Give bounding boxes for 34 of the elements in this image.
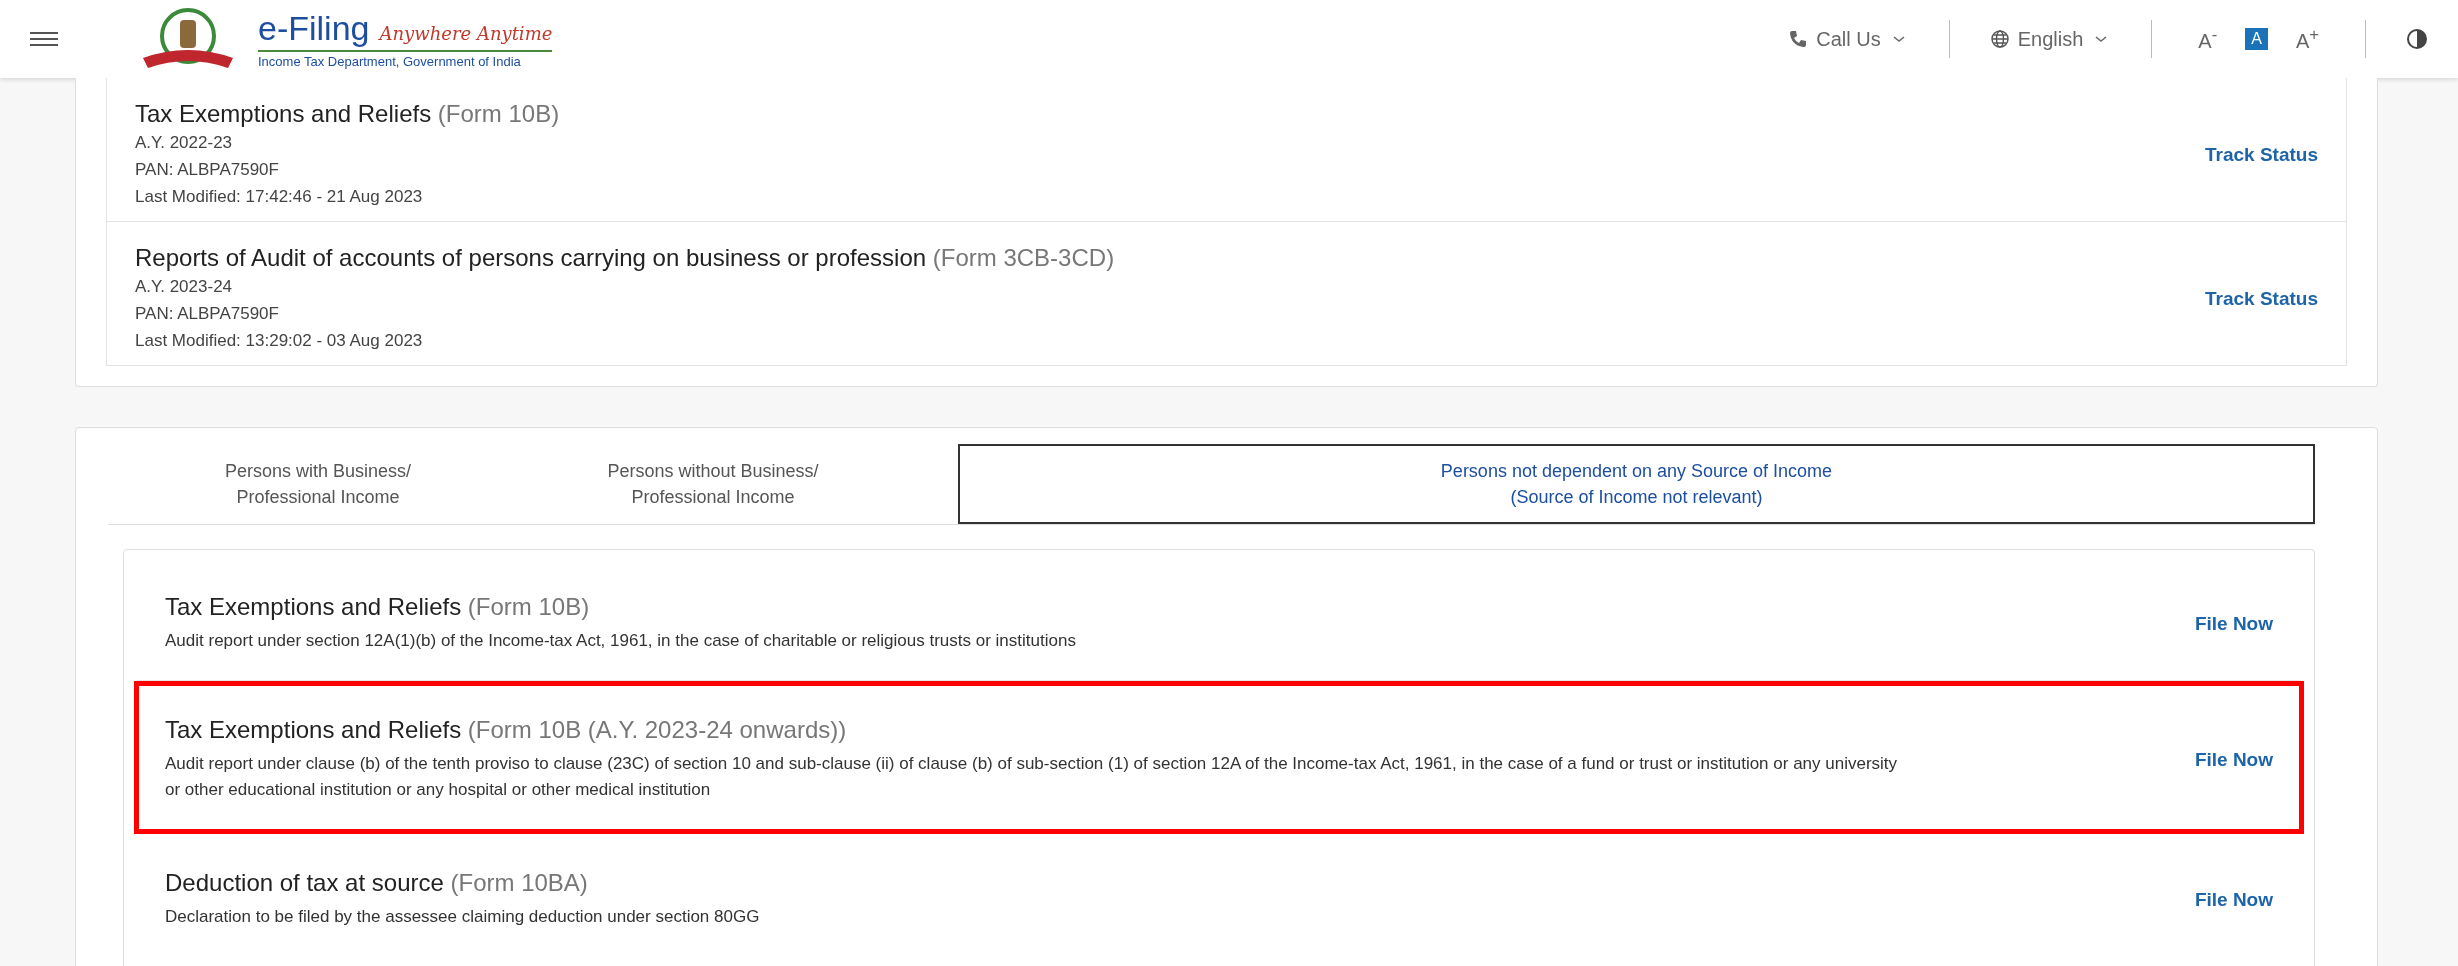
- category-tab[interactable]: Persons not dependent on any Source of Income (Source of Income not relevant): [958, 444, 2315, 524]
- pan-number: PAN: ALBPA7590F: [135, 303, 280, 325]
- assessment-year: A.Y. 2022-23: [135, 132, 234, 154]
- brand-name: e-Filing: [258, 9, 370, 48]
- category-tab[interactable]: Persons without Business/ Professional Income: [528, 444, 898, 524]
- globe-icon: [1989, 29, 2010, 49]
- file-now-link[interactable]: File Now: [2194, 612, 2273, 635]
- form-title: Tax Exemptions and Reliefs (Form 10B): [135, 100, 561, 128]
- file-now-link[interactable]: File Now: [2194, 888, 2273, 911]
- form-title: Reports of Audit of accounts of persons carrying on business or profession (Form 3CB-3CD): [135, 244, 1116, 272]
- track-status-link[interactable]: Track Status: [2205, 143, 2318, 166]
- file-now-link[interactable]: File Now: [2194, 748, 2273, 771]
- form-title: Tax Exemptions and Reliefs (Form 10B): [165, 593, 591, 621]
- call-us-menu[interactable]: Call Us: [1788, 27, 1909, 51]
- pan-number: PAN: ALBPA7590F: [135, 159, 280, 181]
- department-name: Income Tax Department, Government of India: [258, 54, 522, 69]
- font-size-button[interactable]: A: [2245, 28, 2268, 50]
- tagline: Anywhere Anytime: [379, 23, 553, 44]
- form-title: Tax Exemptions and Reliefs (Form 10B (A.Y. 2023-24 onwards)): [165, 716, 848, 744]
- form-description: Audit report under section 12A(1)(b) of the Income-tax Act, 1961, in the case of charitable or religious trusts or institutions: [165, 630, 1077, 652]
- form-title: Deduction of tax at source (Form 10BA): [165, 869, 589, 897]
- form-description: Audit report under clause (b) of the tenth proviso to clause (23C) of section 10 and sub-clause (ii) of clause (b) of sub-section (1) of section 12A of the Income-tax Act, 1961, in the case of a fund or trust or institution or any university or other educational institution or any hospital or other medical institution: [165, 753, 1899, 801]
- font-size-button[interactable]: A$^{+}$: [2289, 23, 2325, 55]
- last-modified: Last Modified: 13:29:02 - 03 Aug 2023: [135, 330, 424, 352]
- language-menu[interactable]: English: [1989, 27, 2112, 51]
- font-size-button[interactable]: A$^{-}$: [2192, 23, 2224, 55]
- contrast-icon[interactable]: [2406, 28, 2428, 50]
- menu-icon[interactable]: [30, 29, 58, 49]
- category-tab[interactable]: Persons with Business/ Professional Income: [148, 444, 488, 524]
- assessment-year: A.Y. 2023-24: [135, 276, 234, 298]
- track-status-link[interactable]: Track Status: [2205, 287, 2318, 310]
- form-description: Declaration to be filed by the assessee claiming deduction under section 80GG: [165, 906, 761, 928]
- phone-icon: [1788, 29, 1809, 49]
- last-modified: Last Modified: 17:42:46 - 21 Aug 2023: [135, 186, 424, 208]
